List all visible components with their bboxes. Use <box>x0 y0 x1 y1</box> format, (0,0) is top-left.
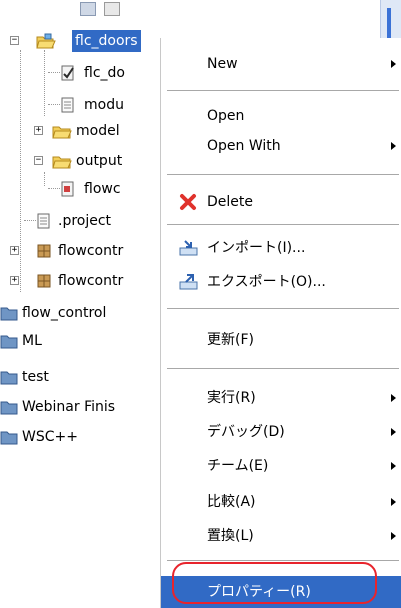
menu-separator <box>167 368 399 370</box>
tree-item-label: model <box>76 123 120 139</box>
submenu-arrow-icon <box>391 394 396 402</box>
archive-icon <box>37 244 51 258</box>
submenu-arrow-icon <box>391 462 396 470</box>
tree-item-label: flc_do <box>84 65 125 81</box>
tree-item-flc-do[interactable]: flc_do <box>0 62 160 84</box>
tree-item-flc-doors[interactable]: − flc_doors <box>0 29 170 53</box>
menu-separator <box>167 90 399 92</box>
tree-item-wsc[interactable]: WSC++ <box>0 426 160 448</box>
menu-item-label: 置換(L) <box>207 528 254 544</box>
partial-tree-row <box>80 0 380 22</box>
tree-item-label: flowcontr <box>58 273 124 289</box>
tree-item-label: output <box>76 153 123 169</box>
menu-item-label: New <box>207 56 238 72</box>
tree-item-flowcontr[interactable]: + flowcontr <box>0 240 160 262</box>
submenu-arrow-icon <box>391 532 396 540</box>
menu-item-delete[interactable]: Delete <box>161 188 401 216</box>
import-icon <box>179 240 198 256</box>
file-icon <box>104 2 120 16</box>
tree-item-label: flowc <box>84 181 121 197</box>
menu-item-label: Open <box>207 108 245 124</box>
tree-item-label: flowcontr <box>58 243 124 259</box>
open-project-folder-icon <box>36 33 56 49</box>
menu-item-refresh[interactable]: 更新(F) <box>161 326 401 354</box>
tree-item-label: .project <box>58 213 112 229</box>
menu-item-debug[interactable]: デバッグ(D) <box>161 418 401 446</box>
tree-item-label: WSC++ <box>22 429 78 445</box>
tree-item-output[interactable]: − output <box>0 150 160 172</box>
tree-item-ml[interactable]: ML <box>0 330 160 352</box>
menu-item-open[interactable]: Open <box>161 102 401 130</box>
archive-icon <box>37 274 51 288</box>
menu-item-team[interactable]: チーム(E) <box>161 452 401 480</box>
tree-item-label: Webinar Finis <box>22 399 116 415</box>
menu-item-compare[interactable]: 比較(A) <box>161 488 401 516</box>
menu-item-import[interactable]: インポート(I)... <box>161 234 401 262</box>
tree-item-modu[interactable]: modu <box>0 94 160 116</box>
tree-item-webinar[interactable]: Webinar Finis <box>0 396 160 418</box>
submenu-arrow-icon <box>391 428 396 436</box>
tree-item-flowc[interactable]: flowc <box>0 178 160 200</box>
text-file-icon <box>37 213 50 229</box>
collapse-toggle[interactable]: − <box>10 36 19 45</box>
submenu-arrow-icon <box>391 498 396 506</box>
menu-item-export[interactable]: エクスポート(O)... <box>161 268 401 296</box>
tree-item-test[interactable]: test <box>0 366 160 388</box>
menu-item-open-with[interactable]: Open With <box>161 132 401 160</box>
menu-item-label: インポート(I)... <box>207 240 306 256</box>
project-folder-icon <box>0 335 18 349</box>
expand-toggle[interactable]: + <box>34 126 43 135</box>
menu-item-run[interactable]: 実行(R) <box>161 384 401 412</box>
checked-document-icon <box>61 65 74 81</box>
project-folder-icon <box>0 431 18 445</box>
menu-item-label: Open With <box>207 138 281 154</box>
menu-item-label: チーム(E) <box>207 458 269 474</box>
delete-icon <box>180 194 196 210</box>
file-icon <box>80 2 96 16</box>
tree-item-flowcontr[interactable]: + flowcontr <box>0 270 160 292</box>
open-folder-icon <box>52 156 72 169</box>
tree-item-label: test <box>22 369 49 385</box>
tree-item-flow-control[interactable]: flow_control <box>0 302 160 324</box>
menu-item-label: 更新(F) <box>207 332 254 348</box>
menu-separator <box>167 174 399 176</box>
project-folder-icon <box>0 401 18 415</box>
tree-item-project-file[interactable]: .project <box>0 210 160 232</box>
menu-separator <box>167 308 399 310</box>
menu-item-label: 実行(R) <box>207 390 256 406</box>
menu-item-replace[interactable]: 置換(L) <box>161 522 401 550</box>
tree-item-model[interactable]: + model <box>0 120 160 142</box>
menu-item-label: デバッグ(D) <box>207 424 285 440</box>
tree-item-label: flow_control <box>22 305 107 321</box>
tree-item-label: flc_doors <box>71 29 142 53</box>
collapse-toggle[interactable]: − <box>34 156 43 165</box>
export-icon <box>179 274 198 290</box>
submenu-arrow-icon <box>391 142 396 150</box>
menu-item-label: Delete <box>207 194 253 210</box>
expand-toggle[interactable]: + <box>10 276 19 285</box>
output-file-icon <box>61 181 74 197</box>
expand-toggle[interactable]: + <box>10 246 19 255</box>
tree-item-label: modu <box>84 97 124 113</box>
folder-icon <box>52 126 72 139</box>
menu-item-label: 比較(A) <box>207 494 256 510</box>
annotation-highlight-ring <box>172 562 377 604</box>
project-folder-icon <box>0 307 18 321</box>
menu-item-new[interactable]: New <box>161 50 401 78</box>
context-menu: New Open Open With Delete インポート(I)... エク… <box>160 38 401 608</box>
menu-item-label: エクスポート(O)... <box>207 274 326 290</box>
scrollbar[interactable] <box>380 0 401 38</box>
menu-separator <box>167 224 399 226</box>
project-folder-icon <box>0 371 18 385</box>
submenu-arrow-icon <box>391 60 396 68</box>
text-file-icon <box>61 97 74 113</box>
tree-item-label: ML <box>22 333 42 349</box>
scrollbar-thumb[interactable] <box>387 8 391 38</box>
